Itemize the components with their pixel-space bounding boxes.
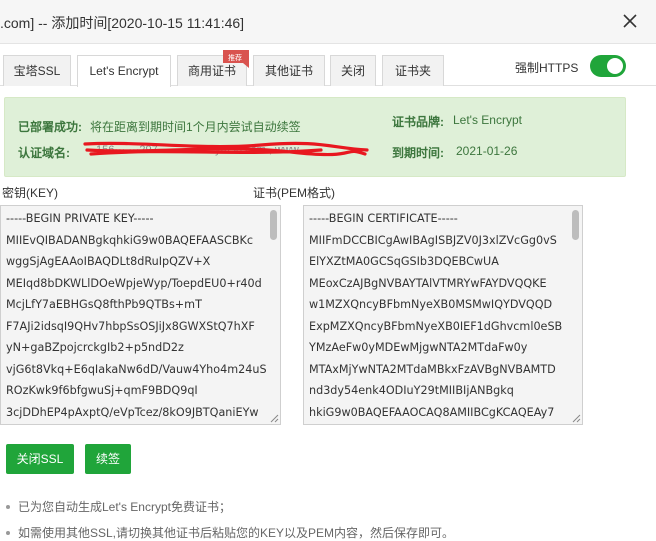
cert-line: ElYXZtMA0GCSqGSIb3DQEBCwUA (309, 255, 499, 268)
tab-cert-folder[interactable]: 证书夹 (382, 55, 444, 86)
domain-label: 认证域名: (18, 146, 70, 160)
bullet-dot (6, 505, 10, 509)
cert-line: MTAxMjYwNTA2MTdaMBkxFzAVBgNVBAMTD (309, 362, 556, 376)
force-https-toggle[interactable] (590, 55, 626, 77)
ribbon-badge-text: 推荐 (228, 53, 242, 62)
cert-line: YMzAeFw0yMDEwMjgwNTA2MTdaFw0y (309, 341, 528, 354)
deploy-status-label: 已部署成功: (18, 120, 82, 134)
renew-button[interactable]: 续签 (85, 444, 131, 474)
key-label: 密钥(KEY) (2, 186, 59, 200)
deploy-status-value: 将在距离到期时间1个月内尝试自动续签 (90, 120, 301, 134)
key-resize-handle[interactable] (269, 413, 279, 423)
key-line: McjLfY7aEBHGsQ8fthPb9QTBs+mT (6, 298, 202, 311)
close-icon[interactable] (622, 13, 638, 29)
tip-item: 如需使用其他SSL,请切换其他证书后粘贴您的KEY以及PEM内容，然后保存即可。 (0, 520, 656, 541)
tab-commercial-cert[interactable]: 商用证书 推荐 (177, 50, 249, 86)
cert-resize-handle[interactable] (571, 413, 581, 423)
bullet-dot (6, 531, 10, 535)
cert-scrollbar[interactable] (571, 207, 581, 423)
brand-value: Let's Encrypt (453, 113, 522, 127)
cert-line: ExpMZXQncyBFbmNyeXB0IEF1dGhvcml0eSB (309, 319, 563, 333)
cert-line: w1MZXQncyBFbmNyeXB0MSMwIQYDVQQD (309, 298, 553, 311)
expire-value: 2021-01-26 (456, 144, 518, 158)
tip-item: 已为您自动生成Let's Encrypt免费证书； (0, 494, 656, 520)
tab-lets-encrypt[interactable]: Let's Encrypt (77, 55, 171, 87)
brand-label: 证书品牌: (392, 115, 444, 129)
dialog-titlebar: .com] -- 添加时间[2020-10-15 11:41:46] (0, 0, 656, 44)
tip-text: 已为您自动生成Let's Encrypt免费证书； (18, 500, 231, 514)
key-line: 3cjDDhEP4pAxptQ/eVpTcez/8kO9JBTQaniEYw (6, 405, 259, 419)
close-ssl-button[interactable]: 关闭SSL (6, 444, 74, 474)
key-line: MIIEvQIBADANBgkqhkiG9w0BAQEFAASCBKc (6, 233, 254, 247)
key-line: vjG6t8Vkq+E6qIakaNw6dD/Vauw4Yho4m24uS (6, 362, 267, 376)
cert-line: -----BEGIN CERTIFICATE----- (309, 212, 458, 225)
cert-line: nd3dy54enk4ODIuY29tMIIBIjANBgkq (309, 384, 514, 397)
cert-line: MIIFmDCCBICgAwIBAgISBJZV0J3xlZVcGg0vS (309, 233, 557, 247)
deploy-info-panel: 已部署成功: 将在距离到期时间1个月内尝试自动续签 证书品牌: Let's En… (4, 97, 626, 177)
toggle-knob (607, 58, 623, 74)
redaction-scribble (83, 141, 369, 157)
tab-baota-ssl[interactable]: 宝塔SSL (3, 55, 71, 86)
cert-textarea[interactable]: -----BEGIN CERTIFICATE----- MIIFmDCCBICg… (303, 205, 583, 425)
key-line: ROzKwk9f6bfgwuSj+qmF9BDQ9qI (6, 384, 198, 397)
recommend-ribbon-icon: 推荐 (223, 50, 249, 68)
key-line: yN+gaBZpojcrckgIb2+p5ndD2z (6, 341, 184, 354)
tips-list: 已为您自动生成Let's Encrypt免费证书； 如需使用其他SSL,请切换其… (0, 494, 656, 541)
key-scrollbar-thumb[interactable] (270, 210, 277, 240)
dialog-title: .com] -- 添加时间[2020-10-15 11:41:46] (0, 15, 245, 31)
key-line: wggSjAgEAAoIBAQDLt8dRuIpQZV+X (6, 255, 211, 268)
cert-label: 证书(PEM格式) (253, 186, 335, 200)
key-scrollbar[interactable] (269, 207, 279, 423)
force-https-label: 强制HTTPS (515, 61, 579, 75)
key-textarea[interactable]: -----BEGIN PRIVATE KEY----- MIIEvQIBADAN… (0, 205, 281, 425)
cert-scrollbar-thumb[interactable] (572, 210, 579, 240)
cert-line: MEoxCzAJBgNVBAYTAlVTMRYwFAYDVQQKE (309, 276, 547, 290)
key-line: F7AJi2idsqI9QHv7hbpSsOSJiJx8GWXStQ7hXF (6, 319, 255, 333)
key-line: -----BEGIN PRIVATE KEY----- (6, 212, 154, 225)
tab-other-cert[interactable]: 其他证书 (253, 55, 325, 86)
tab-close[interactable]: 关闭 (330, 55, 376, 86)
expire-label: 到期时间: (392, 146, 444, 160)
tip-text: 如需使用其他SSL,请切换其他证书后粘贴您的KEY以及PEM内容，然后保存即可。 (18, 526, 455, 540)
key-line: MEIqd8bDKWLlDOeWpjeWyp/ToepdEU0+r40d (6, 276, 262, 290)
cert-line: hkiG9w0BAQEFAAOCAQ8AMIIBCgKCAQEAy7 (309, 405, 555, 419)
